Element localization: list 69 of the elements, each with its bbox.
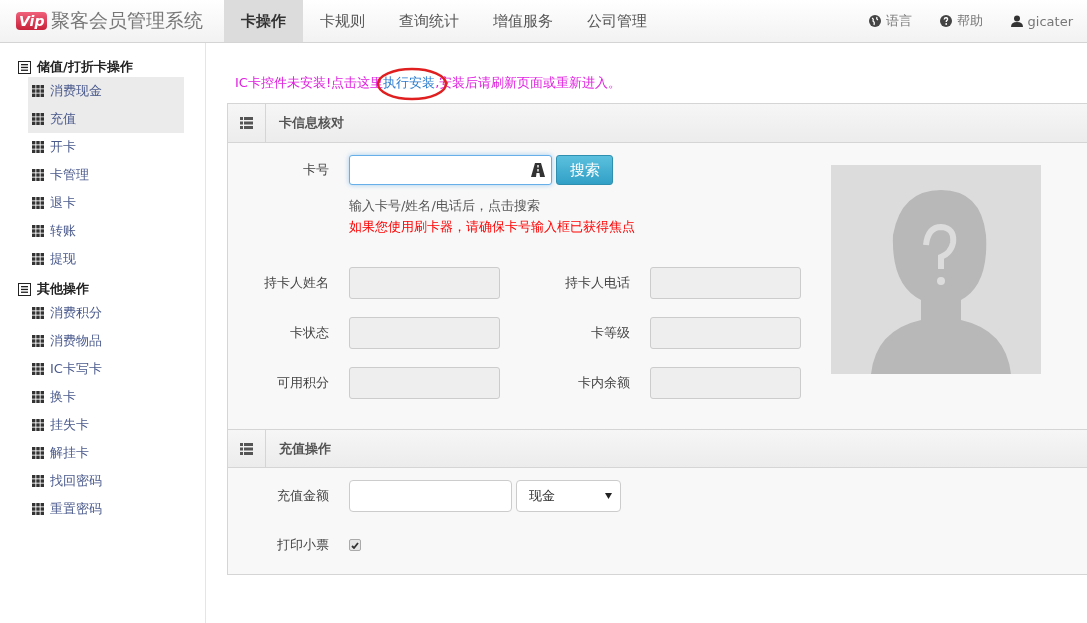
sidebar-item[interactable]: 转账 bbox=[28, 217, 184, 245]
list-icon bbox=[240, 442, 253, 455]
grid-icon bbox=[32, 141, 44, 153]
grid-icon bbox=[32, 363, 44, 375]
grid-icon bbox=[32, 225, 44, 237]
grid-icon bbox=[32, 503, 44, 515]
panel-title: 卡信息核对 bbox=[278, 114, 344, 132]
road-icon bbox=[531, 163, 545, 177]
help-icon bbox=[939, 15, 952, 27]
warning-text: 如果您使用刷卡器，请确保卡号输入框已获得焦点 bbox=[349, 218, 636, 236]
grid-icon bbox=[32, 391, 44, 403]
caret-icon bbox=[605, 493, 612, 499]
user-icon bbox=[1010, 15, 1023, 27]
grid-icon bbox=[32, 253, 44, 265]
grid-icon bbox=[32, 169, 44, 181]
sidebar-item[interactable]: 消费现金 bbox=[28, 77, 184, 105]
sidebar-item[interactable]: 开卡 bbox=[28, 133, 184, 161]
field-label: 卡等级 bbox=[589, 324, 631, 342]
section-title: 其他操作 bbox=[37, 280, 89, 298]
grid-icon bbox=[32, 197, 44, 209]
sidebar-item[interactable]: 充值 bbox=[28, 105, 184, 133]
grid-icon bbox=[32, 307, 44, 319]
list-box-icon bbox=[18, 282, 31, 296]
field-label: 持卡人电话 bbox=[563, 274, 631, 292]
sidebar-item[interactable]: 解挂卡 bbox=[28, 439, 184, 467]
grid-icon bbox=[32, 113, 44, 125]
grid-icon bbox=[32, 447, 44, 459]
field-label: 卡号 bbox=[302, 161, 330, 179]
app-title: 聚客会员管理系统 bbox=[51, 8, 204, 33]
amount-field[interactable] bbox=[349, 480, 512, 512]
sidebar-item[interactable]: 卡管理 bbox=[28, 161, 184, 189]
grid-icon bbox=[32, 335, 44, 347]
hint-text: 输入卡号/姓名/电话后，点击搜索 bbox=[349, 197, 541, 215]
field-label: 充值金额 bbox=[276, 487, 330, 505]
field-label: 卡状态 bbox=[289, 324, 330, 342]
field-label: 可用积分 bbox=[276, 374, 330, 392]
card-number-field[interactable] bbox=[349, 155, 552, 185]
sidebar-item[interactable]: 重置密码 bbox=[28, 495, 184, 523]
sidebar-item[interactable]: 挂失卡 bbox=[28, 411, 184, 439]
user-menu[interactable]: gicater bbox=[996, 0, 1087, 42]
sidebar-item[interactable]: 消费物品 bbox=[28, 327, 184, 355]
nav-tab[interactable]: 卡规则 bbox=[303, 0, 382, 42]
nav-tab[interactable]: 公司管理 bbox=[570, 0, 664, 42]
install-link[interactable]: 执行安装 bbox=[383, 75, 436, 90]
panel-title: 充值操作 bbox=[278, 439, 331, 458]
nav-tab[interactable]: 查询统计 bbox=[382, 0, 476, 42]
grid-icon bbox=[32, 475, 44, 487]
payment-select[interactable]: 现金 bbox=[516, 480, 621, 512]
grid-icon bbox=[32, 419, 44, 431]
nav-tab[interactable]: 增值服务 bbox=[476, 0, 570, 42]
section-title: 储值/打折卡操作 bbox=[37, 58, 133, 76]
sidebar-item[interactable]: IC卡写卡 bbox=[28, 355, 184, 383]
grid-icon bbox=[32, 85, 44, 97]
field-label: 持卡人姓名 bbox=[263, 274, 330, 292]
list-box-icon bbox=[18, 60, 31, 74]
language-menu[interactable]: 语言 bbox=[854, 0, 926, 42]
list-icon bbox=[240, 117, 253, 129]
sidebar-item[interactable]: 消费积分 bbox=[28, 299, 184, 327]
help-link[interactable]: 帮助 bbox=[925, 0, 997, 42]
print-checkbox[interactable] bbox=[349, 539, 361, 551]
logo: Vip bbox=[16, 12, 48, 30]
sidebar-item[interactable]: 换卡 bbox=[28, 383, 184, 411]
sidebar-item[interactable]: 退卡 bbox=[28, 189, 184, 217]
sidebar-item[interactable]: 找回密码 bbox=[28, 467, 184, 495]
field-label: 卡内余额 bbox=[576, 374, 631, 392]
nav-tab[interactable]: 卡操作 bbox=[224, 0, 303, 42]
field-label: 打印小票 bbox=[276, 536, 330, 554]
globe-icon bbox=[868, 15, 881, 27]
sidebar-item[interactable]: 提现 bbox=[28, 245, 184, 273]
